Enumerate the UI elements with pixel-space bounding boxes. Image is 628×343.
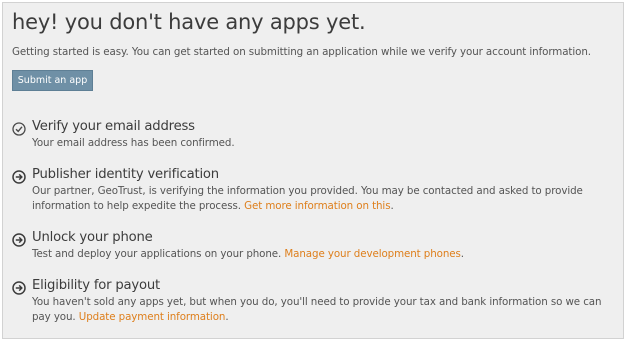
step-description: Test and deploy your applications on you… xyxy=(32,247,616,262)
check-circle-icon xyxy=(12,122,26,136)
step-text-end: . xyxy=(225,311,229,323)
step-text: Your email address has been confirmed. xyxy=(32,137,235,149)
step-description: Your email address has been confirmed. xyxy=(32,136,616,151)
arrow-right-circle-icon xyxy=(12,170,26,184)
intro-text: Getting started is easy. You can get sta… xyxy=(12,46,591,58)
page-title: hey! you don't have any apps yet. xyxy=(12,10,366,34)
step-text: Test and deploy your applications on you… xyxy=(32,248,285,260)
get-more-info-link[interactable]: Get more information on this xyxy=(244,200,390,212)
step-description: You haven't sold any apps yet, but when … xyxy=(32,295,616,325)
step-title: Unlock your phone xyxy=(32,230,153,245)
step-title: Publisher identity verification xyxy=(32,167,219,182)
step-text-end: . xyxy=(460,248,464,260)
step-title: Verify your email address xyxy=(32,119,195,134)
step-description: Our partner, GeoTrust, is verifying the … xyxy=(32,184,616,214)
arrow-right-circle-icon xyxy=(12,233,26,247)
step-text-end: . xyxy=(390,200,394,212)
update-payment-link[interactable]: Update payment information xyxy=(79,311,226,323)
submit-app-button[interactable]: Submit an app xyxy=(12,70,93,91)
step-title: Eligibility for payout xyxy=(32,278,161,293)
main-panel: hey! you don't have any apps yet. Gettin… xyxy=(2,2,624,339)
manage-phones-link[interactable]: Manage your development phones xyxy=(284,248,460,260)
arrow-right-circle-icon xyxy=(12,281,26,295)
